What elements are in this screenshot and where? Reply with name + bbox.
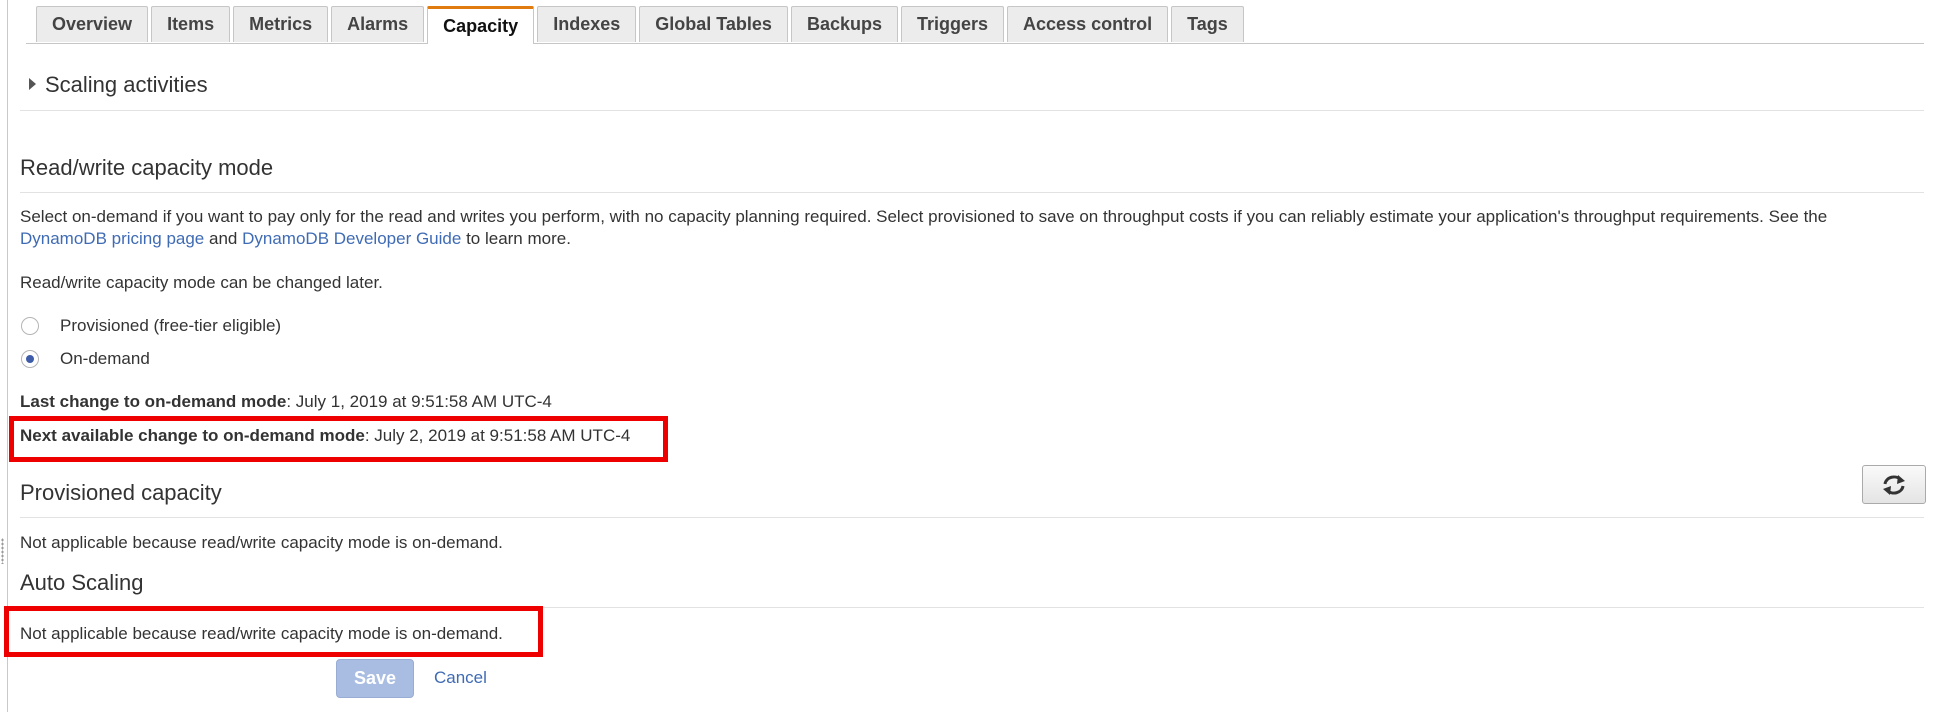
- caret-right-icon[interactable]: [29, 78, 36, 90]
- provisioned-capacity-heading: Provisioned capacity: [20, 480, 222, 505]
- tab-items[interactable]: Items: [151, 6, 231, 42]
- divider: [20, 517, 1924, 518]
- refresh-icon: [1883, 474, 1905, 495]
- tab-access-control[interactable]: Access control: [1007, 6, 1169, 42]
- tab-backups[interactable]: Backups: [790, 6, 898, 42]
- next-change-value: : July 2, 2019 at 9:51:58 AM UTC-4: [364, 426, 631, 445]
- next-change-info: Next available change to on-demand mode:…: [20, 425, 630, 447]
- next-change-label: Next available change to on-demand mode: [20, 426, 365, 445]
- tab-metrics[interactable]: Metrics: [233, 6, 329, 42]
- pricing-page-link[interactable]: DynamoDB pricing page: [20, 229, 204, 248]
- tab-capacity[interactable]: Capacity: [427, 6, 535, 44]
- scaling-activities-toggle[interactable]: Scaling activities: [45, 72, 208, 98]
- tab-overview[interactable]: Overview: [36, 6, 149, 42]
- tab-alarms[interactable]: Alarms: [331, 6, 425, 42]
- provisioned-radio[interactable]: [21, 317, 39, 335]
- provisioned-radio-label[interactable]: Provisioned (free-tier eligible): [60, 315, 281, 337]
- tab-tags[interactable]: Tags: [1171, 6, 1244, 42]
- rw-mode-note: Read/write capacity mode can be changed …: [20, 273, 383, 292]
- divider: [20, 110, 1924, 111]
- on-demand-radio-label[interactable]: On-demand: [60, 348, 150, 370]
- auto-scaling-heading: Auto Scaling: [20, 570, 144, 595]
- last-change-info: Last change to on-demand mode: July 1, 2…: [20, 391, 552, 413]
- rw-mode-description: Select on-demand if you want to pay only…: [20, 206, 1920, 250]
- learn-more-text: to learn more.: [466, 229, 571, 248]
- last-change-value: : July 1, 2019 at 9:51:58 AM UTC-4: [286, 392, 552, 411]
- and-text: and: [209, 229, 238, 248]
- last-change-label: Last change to on-demand mode: [20, 392, 287, 411]
- tab-triggers[interactable]: Triggers: [901, 6, 1005, 42]
- provisioned-capacity-text: Not applicable because read/write capaci…: [20, 533, 503, 552]
- auto-scaling-text: Not applicable because read/write capaci…: [20, 624, 503, 643]
- rw-mode-heading: Read/write capacity mode: [20, 155, 274, 180]
- resize-handle[interactable]: [1, 538, 4, 564]
- description-text: Select on-demand if you want to pay only…: [20, 207, 1828, 226]
- divider: [20, 192, 1924, 193]
- save-button[interactable]: Save: [336, 659, 414, 698]
- refresh-button[interactable]: [1862, 465, 1926, 504]
- on-demand-radio[interactable]: [21, 350, 39, 368]
- tab-indexes[interactable]: Indexes: [537, 6, 637, 42]
- developer-guide-link[interactable]: DynamoDB Developer Guide: [242, 229, 461, 248]
- tab-global-tables[interactable]: Global Tables: [639, 6, 788, 42]
- tab-bar: Overview Items Metrics Alarms Capacity I…: [36, 6, 1247, 44]
- cancel-link[interactable]: Cancel: [434, 668, 487, 688]
